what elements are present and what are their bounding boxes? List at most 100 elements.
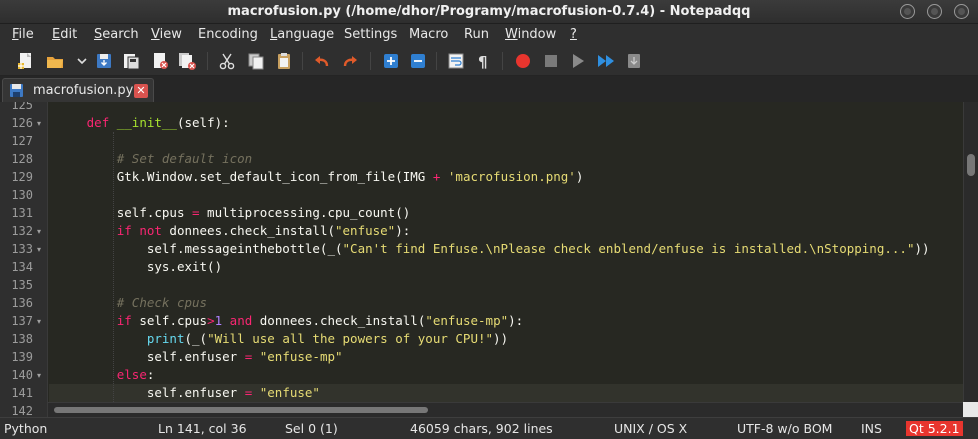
line-number: 126 bbox=[11, 116, 33, 130]
vertical-scrollbar[interactable] bbox=[963, 102, 978, 404]
stop-macro-icon[interactable] bbox=[541, 51, 561, 71]
menu-view[interactable]: View bbox=[151, 27, 182, 42]
saved-file-icon bbox=[9, 83, 24, 98]
fold-marker-icon[interactable]: ▾ bbox=[37, 317, 41, 326]
menu-language[interactable]: Language bbox=[270, 27, 334, 42]
menu-settings[interactable]: Settings bbox=[344, 27, 397, 42]
line-number: 139 bbox=[11, 350, 33, 364]
minimize-button[interactable] bbox=[900, 4, 915, 19]
undo-icon[interactable] bbox=[312, 51, 332, 71]
tab-close-icon[interactable]: ✕ bbox=[134, 84, 148, 98]
toolbar: ¶ bbox=[0, 46, 978, 76]
fold-marker-icon[interactable]: ▾ bbox=[37, 119, 41, 128]
toolbar-separator bbox=[302, 52, 303, 70]
code-line[interactable]: sys.exit() bbox=[49, 258, 964, 276]
code-line[interactable]: if self.cpus>1 and donnees.check_install… bbox=[49, 312, 964, 330]
code-line[interactable]: Gtk.Window.set_default_icon_from_file(IM… bbox=[49, 168, 964, 186]
fold-marker-icon[interactable]: ▾ bbox=[37, 371, 41, 380]
toolbar-separator bbox=[436, 52, 437, 70]
line-number: 136 bbox=[11, 296, 33, 310]
close-all-icon[interactable] bbox=[177, 51, 197, 71]
code-line[interactable] bbox=[49, 186, 964, 204]
line-number: 138 bbox=[11, 332, 33, 346]
status-insert-mode[interactable]: INS bbox=[861, 421, 882, 436]
save-icon[interactable] bbox=[94, 51, 114, 71]
cut-icon[interactable] bbox=[217, 51, 237, 71]
fold-marker-icon[interactable]: ▾ bbox=[37, 245, 41, 254]
record-macro-icon[interactable] bbox=[513, 51, 533, 71]
menu-file[interactable]: File bbox=[12, 27, 34, 42]
code-line[interactable]: else: bbox=[49, 366, 964, 384]
save-macro-icon[interactable] bbox=[624, 51, 644, 71]
menu-bar: File Edit Search View Encoding Language Settin… bbox=[0, 24, 978, 46]
code-line[interactable]: # Check cpus bbox=[49, 294, 964, 312]
code-line[interactable] bbox=[49, 102, 964, 114]
line-number: 135 bbox=[11, 278, 33, 292]
zoom-out-icon[interactable] bbox=[408, 51, 428, 71]
code-line[interactable]: self.messageinthebottle(_("Can't find En… bbox=[49, 240, 964, 258]
code-line[interactable]: print(_("Will use all the powers of your… bbox=[49, 330, 964, 348]
run-macro-multiple-icon[interactable] bbox=[596, 51, 616, 71]
menu-search[interactable]: Search bbox=[94, 27, 139, 42]
horizontal-scroll-thumb[interactable] bbox=[54, 407, 428, 413]
paste-icon[interactable] bbox=[274, 51, 294, 71]
code-line[interactable] bbox=[49, 132, 964, 150]
current-code-line[interactable]: self.enfuser = "enfuse" bbox=[49, 384, 964, 402]
new-file-icon[interactable] bbox=[16, 51, 36, 71]
horizontal-scrollbar[interactable] bbox=[48, 402, 963, 417]
maximize-button[interactable] bbox=[927, 4, 942, 19]
menu-macro[interactable]: Macro bbox=[409, 27, 448, 42]
status-selection: Sel 0 (1) bbox=[285, 421, 338, 436]
code-area[interactable]: def __init__(self): # Set default icon G… bbox=[49, 102, 964, 402]
line-number: 128 bbox=[11, 152, 33, 166]
close-file-icon[interactable] bbox=[150, 51, 170, 71]
menu-encoding[interactable]: Encoding bbox=[198, 27, 258, 42]
status-encoding[interactable]: UTF-8 w/o BOM bbox=[737, 421, 832, 436]
status-language[interactable]: Python bbox=[4, 421, 47, 436]
toolbar-separator bbox=[502, 52, 503, 70]
line-number: 127 bbox=[11, 134, 33, 148]
line-number: 140 bbox=[11, 368, 33, 382]
zoom-in-icon[interactable] bbox=[381, 51, 401, 71]
tab-label: macrofusion.py bbox=[33, 83, 134, 98]
menu-run[interactable]: Run bbox=[464, 27, 489, 42]
close-window-button[interactable] bbox=[954, 4, 969, 19]
line-number: 133 bbox=[11, 242, 33, 256]
show-all-chars-icon[interactable]: ¶ bbox=[473, 51, 493, 71]
menu-edit[interactable]: Edit bbox=[52, 27, 77, 42]
toolbar-separator bbox=[207, 52, 208, 70]
line-number: 131 bbox=[11, 206, 33, 220]
indent-guide bbox=[113, 132, 114, 402]
code-line[interactable]: def __init__(self): bbox=[49, 114, 964, 132]
toolbar-separator bbox=[370, 52, 371, 70]
code-line[interactable]: self.cpus = multiprocessing.cpu_count() bbox=[49, 204, 964, 222]
redo-icon[interactable] bbox=[340, 51, 360, 71]
status-file-size: 46059 chars, 902 lines bbox=[410, 421, 553, 436]
code-editor[interactable]: 125 126 ▾ 127 128 129 130 131 132 ▾ 133 ▾ 134 135 136 1… bbox=[0, 102, 978, 417]
code-line[interactable]: # Set default icon bbox=[49, 150, 964, 168]
scroll-corner bbox=[963, 402, 978, 417]
play-macro-icon[interactable] bbox=[568, 51, 588, 71]
vertical-scroll-thumb[interactable] bbox=[967, 154, 975, 176]
code-line[interactable]: self.enfuser = "enfuse-mp" bbox=[49, 348, 964, 366]
code-line[interactable]: if not donnees.check_install("enfuse"): bbox=[49, 222, 964, 240]
status-line-endings[interactable]: UNIX / OS X bbox=[614, 421, 687, 436]
save-all-icon[interactable] bbox=[121, 51, 141, 71]
line-number: 134 bbox=[11, 260, 33, 274]
dropdown-arrow-icon[interactable] bbox=[72, 51, 87, 71]
open-file-icon[interactable] bbox=[45, 51, 65, 71]
line-number: 141 bbox=[11, 386, 33, 400]
tab-macrofusion[interactable]: macrofusion.py ✕ bbox=[2, 78, 154, 102]
line-number: 142 bbox=[11, 404, 33, 417]
line-number: 132 bbox=[11, 224, 33, 238]
status-cursor-position: Ln 141, col 36 bbox=[158, 421, 247, 436]
copy-icon[interactable] bbox=[246, 51, 266, 71]
menu-window[interactable]: Window bbox=[505, 27, 556, 42]
line-number: 129 bbox=[11, 170, 33, 184]
word-wrap-icon[interactable] bbox=[446, 51, 466, 71]
title-bar: macrofusion.py (/home/dhor/Programy/macr… bbox=[0, 0, 978, 24]
line-number-gutter: 125 126 ▾ 127 128 129 130 131 132 ▾ 133 ▾ 134 135 136 1… bbox=[0, 102, 48, 417]
menu-help[interactable]: ? bbox=[570, 27, 577, 42]
code-line[interactable] bbox=[49, 276, 964, 294]
fold-marker-icon[interactable]: ▾ bbox=[37, 227, 41, 236]
